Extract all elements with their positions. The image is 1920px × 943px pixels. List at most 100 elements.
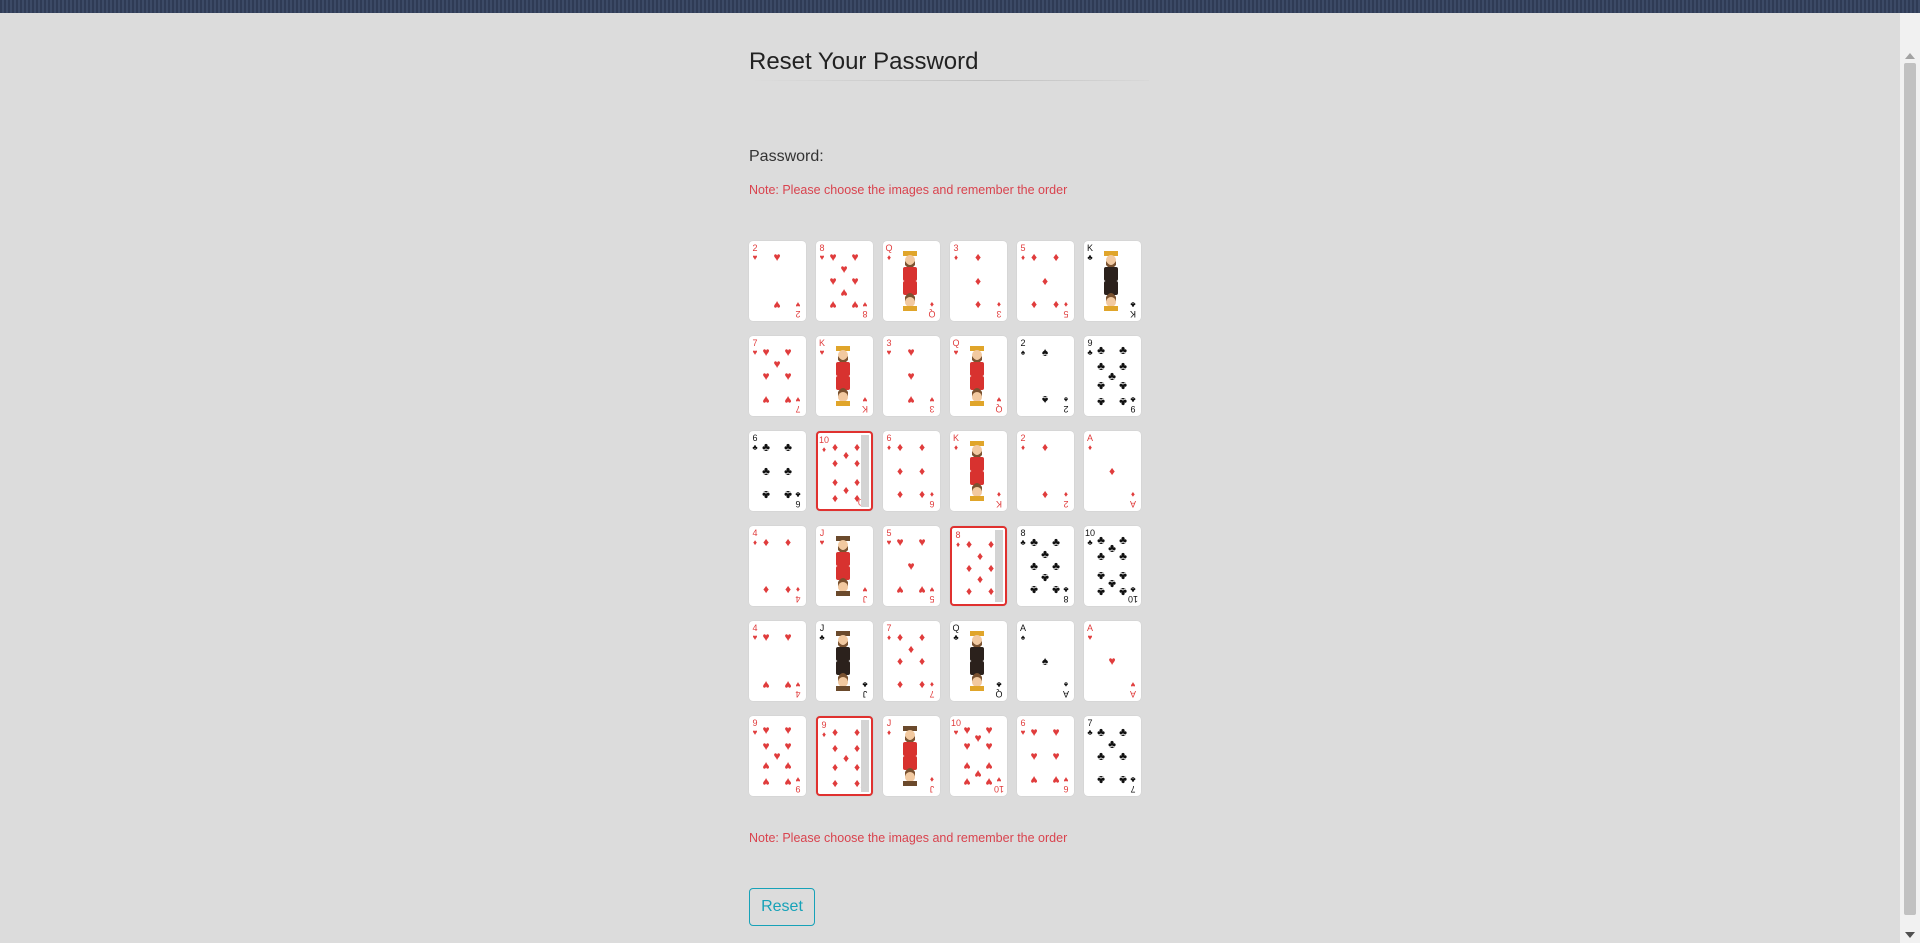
hearts-suit-icon: ♥ — [819, 348, 825, 357]
diamonds-pip-icon: ♦ — [831, 456, 839, 470]
card-corner-top: 6 ♦ — [884, 434, 894, 453]
hearts-suit-icon: ♥ — [819, 253, 825, 262]
card-j-of-clubs[interactable]: J ♣ J ♣ — [816, 621, 873, 701]
card-5-of-diamonds[interactable]: 5 ♦ 5 ♦ ♦ ♦ ♦ ♦ ♦ — [1017, 241, 1074, 321]
card-rank-label: K — [1130, 309, 1137, 319]
card-rank-label: Q — [952, 338, 960, 348]
queen-portrait-icon — [970, 631, 984, 691]
card-corner-bottom: 7 ♣ — [1128, 775, 1138, 794]
card-2-of-diamonds[interactable]: 2 ♦ 2 ♦ ♦ ♦ — [1017, 431, 1074, 511]
card-7-of-hearts[interactable]: 7 ♥ 7 ♥ ♥ ♥ ♥ ♥ ♥ ♥ ♥ — [749, 336, 806, 416]
diamonds-suit-icon: ♦ — [1130, 490, 1136, 499]
card-rank-label: 5 — [1063, 309, 1069, 319]
hearts-pip-icon: ♥ — [1052, 749, 1060, 763]
card-k-of-hearts[interactable]: K ♥ K ♥ — [816, 336, 873, 416]
card-8-of-clubs[interactable]: 8 ♣ 8 ♣ ♣ ♣ ♣ ♣ ♣ ♣ ♣ ♣ — [1017, 526, 1074, 606]
scroll-up-arrow-icon[interactable] — [1905, 53, 1915, 59]
hearts-pip-icon: ♥ — [762, 775, 770, 789]
diamonds-suit-icon: ♦ — [752, 538, 758, 547]
clubs-pip-icon: ♣ — [1119, 725, 1127, 739]
diamonds-pip-icon: ♦ — [896, 654, 904, 668]
card-rank-label: K — [952, 433, 959, 443]
jack-portrait-icon — [903, 726, 917, 786]
card-2-of-spades[interactable]: 2 ♠ 2 ♠ ♠ ♠ — [1017, 336, 1074, 416]
note-bottom: Note: Please choose the images and remem… — [749, 831, 1068, 845]
card-corner-bottom: K ♣ — [1128, 300, 1138, 319]
card-4-of-diamonds[interactable]: 4 ♦ 4 ♦ ♦ ♦ ♦ ♦ — [749, 526, 806, 606]
card-9-of-clubs[interactable]: 9 ♣ 9 ♣ ♣ ♣ ♣ ♣ ♣ ♣ ♣ ♣ ♣ — [1084, 336, 1141, 416]
hearts-suit-icon: ♥ — [996, 775, 1002, 784]
card-rank-label: 2 — [1063, 404, 1069, 414]
clubs-suit-icon: ♣ — [1130, 300, 1136, 309]
diamonds-pip-icon: ♦ — [896, 678, 904, 692]
scroll-down-arrow-icon[interactable] — [1905, 932, 1915, 938]
diamonds-suit-icon: ♦ — [821, 730, 827, 739]
hearts-suit-icon: ♥ — [1020, 728, 1026, 737]
card-9-of-hearts[interactable]: 9 ♥ 9 ♥ ♥ ♥ ♥ ♥ ♥ ♥ ♥ ♥ ♥ — [749, 716, 806, 796]
vertical-scrollbar[interactable] — [1900, 13, 1920, 943]
clubs-pip-icon: ♣ — [1097, 725, 1105, 739]
card-10-of-clubs[interactable]: 10 ♣ 10 ♣ ♣ ♣ ♣ ♣ ♣ ♣ ♣ ♣ ♣ ♣ — [1084, 526, 1141, 606]
card-7-of-diamonds[interactable]: 7 ♦ 7 ♦ ♦ ♦ ♦ ♦ ♦ ♦ ♦ — [883, 621, 940, 701]
card-rank-label: J — [886, 718, 892, 728]
card-6-of-diamonds[interactable]: 6 ♦ 6 ♦ ♦ ♦ ♦ ♦ ♦ ♦ — [883, 431, 940, 511]
hearts-pip-icon: ♥ — [918, 583, 926, 597]
jack-portrait-icon — [836, 536, 850, 596]
card-corner-top: Q ♥ — [951, 338, 961, 358]
diamonds-suit-icon: ♦ — [929, 300, 935, 309]
diamonds-suit-icon: ♦ — [996, 490, 1002, 499]
card-rank-label: A — [1130, 499, 1137, 509]
card-8-of-hearts[interactable]: 8 ♥ 8 ♥ ♥ ♥ ♥ ♥ ♥ ♥ ♥ ♥ — [816, 241, 873, 321]
diamonds-suit-icon: ♦ — [886, 633, 892, 642]
card-q-of-hearts[interactable]: Q ♥ Q ♥ — [950, 336, 1007, 416]
card-rank-label: 2 — [795, 309, 801, 319]
clubs-suit-icon: ♣ — [1130, 775, 1136, 784]
card-8-of-diamonds[interactable]: 8 ♦ 8 ♦ ♦ ♦ ♦ ♦ ♦ ♦ ♦ ♦ — [950, 526, 1007, 606]
card-corner-top: J ♦ — [884, 718, 894, 738]
card-corner-top: 3 ♦ — [951, 244, 961, 263]
card-a-of-spades[interactable]: A ♠ A ♠ ♠ — [1017, 621, 1074, 701]
card-rank-label: J — [862, 594, 868, 604]
card-j-of-hearts[interactable]: J ♥ J ♥ — [816, 526, 873, 606]
hearts-pip-icon: ♥ — [840, 262, 848, 276]
card-6-of-hearts[interactable]: 6 ♥ 6 ♥ ♥ ♥ ♥ ♥ ♥ ♥ — [1017, 716, 1074, 796]
diamonds-pip-icon: ♦ — [918, 654, 926, 668]
card-corner-bottom: 3 ♥ — [927, 395, 937, 414]
card-3-of-hearts[interactable]: 3 ♥ 3 ♥ ♥ ♥ ♥ — [883, 336, 940, 416]
card-q-of-diamonds[interactable]: Q ♦ Q ♦ — [883, 241, 940, 321]
card-7-of-clubs[interactable]: 7 ♣ 7 ♣ ♣ ♣ ♣ ♣ ♣ ♣ ♣ — [1084, 716, 1141, 796]
card-j-of-diamonds[interactable]: J ♦ J ♦ — [883, 716, 940, 796]
clubs-suit-icon: ♣ — [996, 680, 1002, 689]
hearts-pip-icon: ♥ — [784, 630, 792, 644]
card-10-of-hearts[interactable]: 10 ♥ 10 ♥ ♥ ♥ ♥ ♥ ♥ ♥ ♥ ♥ ♥ ♥ — [950, 716, 1007, 796]
card-4-of-hearts[interactable]: 4 ♥ 4 ♥ ♥ ♥ ♥ ♥ — [749, 621, 806, 701]
card-q-of-clubs[interactable]: Q ♣ Q ♣ — [950, 621, 1007, 701]
card-3-of-diamonds[interactable]: 3 ♦ 3 ♦ ♦ ♦ ♦ — [950, 241, 1007, 321]
card-k-of-clubs[interactable]: K ♣ K ♣ — [1084, 241, 1141, 321]
card-k-of-diamonds[interactable]: K ♦ K ♦ — [950, 431, 1007, 511]
clubs-pip-icon: ♣ — [1052, 583, 1060, 597]
hearts-suit-icon: ♥ — [929, 395, 935, 404]
card-rank-label: 8 — [819, 243, 825, 253]
spades-pip-icon: ♠ — [1041, 393, 1049, 407]
card-corner-top: Q ♣ — [951, 623, 961, 643]
card-2-of-hearts[interactable]: 2 ♥ 2 ♥ ♥ ♥ — [749, 241, 806, 321]
card-a-of-diamonds[interactable]: A ♦ A ♦ ♦ — [1084, 431, 1141, 511]
card-a-of-hearts[interactable]: A ♥ A ♥ ♥ — [1084, 621, 1141, 701]
clubs-suit-icon: ♣ — [819, 633, 825, 642]
card-rank-label: 7 — [795, 404, 801, 414]
card-6-of-clubs[interactable]: 6 ♣ 6 ♣ ♣ ♣ ♣ ♣ ♣ ♣ — [749, 431, 806, 511]
card-rank-label: 9 — [1130, 404, 1136, 414]
diamonds-suit-icon: ♦ — [1063, 490, 1069, 499]
scrollbar-thumb[interactable] — [1904, 63, 1916, 915]
hearts-suit-icon: ♥ — [819, 538, 825, 547]
card-rank-label: Q — [952, 623, 960, 633]
hearts-pip-icon: ♥ — [1052, 725, 1060, 739]
card-5-of-hearts[interactable]: 5 ♥ 5 ♥ ♥ ♥ ♥ ♥ ♥ — [883, 526, 940, 606]
card-corner-bottom: A ♠ — [1061, 680, 1071, 699]
card-corner-bottom: Q ♥ — [994, 395, 1004, 414]
card-10-of-diamonds[interactable]: 10 ♦ 10 ♦ ♦ ♦ ♦ ♦ ♦ ♦ ♦ ♦ ♦ ♦ — [816, 431, 873, 511]
card-rank-label: 5 — [886, 528, 892, 538]
reset-button[interactable]: Reset — [749, 888, 815, 926]
card-9-of-diamonds[interactable]: 9 ♦ 9 ♦ ♦ ♦ ♦ ♦ ♦ ♦ ♦ ♦ ♦ — [816, 716, 873, 796]
